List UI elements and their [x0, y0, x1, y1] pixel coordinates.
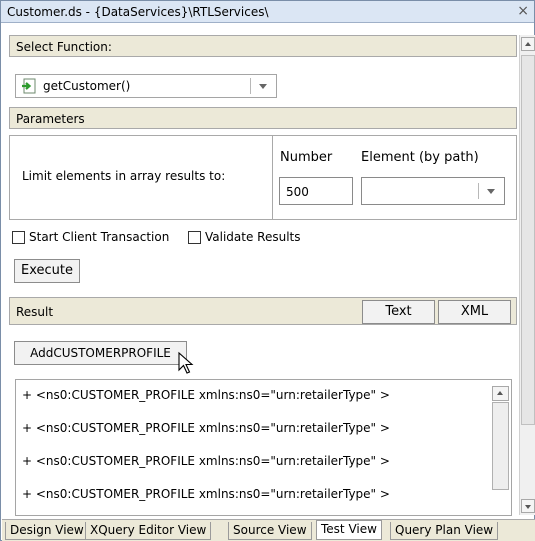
start-client-transaction-label: Start Client Transaction [29, 230, 170, 244]
add-customer-profile-button[interactable]: AddCUSTOMERPROFILE [14, 341, 187, 365]
result-row[interactable]: + <ns0:CUSTOMER_PROFILE xmlns:ns0="urn:r… [22, 421, 390, 435]
tab-design-view[interactable]: Design View [5, 522, 89, 540]
limit-label: Limit elements in array results to: [22, 169, 226, 183]
select-function-header: Select Function: [9, 35, 517, 57]
chevron-down-icon[interactable] [487, 189, 495, 194]
result-row[interactable]: + <ns0:CUSTOMER_PROFILE xmlns:ns0="urn:r… [22, 487, 390, 501]
tab-query-plan-view[interactable]: Query Plan View [390, 522, 499, 540]
parameters-panel: Limit elements in array results to: Numb… [9, 135, 517, 220]
execute-button[interactable]: Execute [14, 259, 80, 283]
parameters-label: Parameters [16, 112, 85, 126]
result-row[interactable]: + <ns0:CUSTOMER_PROFILE xmlns:ns0="urn:r… [22, 454, 390, 468]
function-arrow-icon [22, 78, 36, 94]
number-label: Number [280, 150, 333, 165]
mouse-cursor-icon [178, 351, 194, 374]
scroll-up-icon[interactable] [492, 386, 509, 401]
main-scrollbar[interactable] [519, 35, 535, 515]
checkbox-box[interactable] [188, 231, 201, 244]
result-row[interactable]: + <ns0:CUSTOMER_PROFILE xmlns:ns0="urn:r… [22, 388, 390, 402]
element-path-label: Element (by path) [361, 150, 479, 165]
scroll-up-icon[interactable] [521, 37, 535, 51]
chevron-down-icon[interactable] [259, 84, 267, 89]
function-select[interactable]: getCustomer() [15, 74, 277, 98]
text-view-button[interactable]: Text [362, 300, 435, 324]
result-scroll-thumb[interactable] [492, 402, 509, 490]
select-function-label: Select Function: [16, 40, 112, 54]
start-client-transaction-checkbox[interactable]: Start Client Transaction [12, 230, 182, 246]
close-icon[interactable]: × [517, 3, 529, 19]
view-tabs: Design View XQuery Editor View Source Vi… [2, 519, 535, 541]
xml-view-button[interactable]: XML [438, 300, 511, 324]
window-title: Customer.ds - {DataServices}\RTLServices… [7, 5, 269, 19]
element-path-select[interactable] [361, 177, 505, 205]
validate-results-label: Validate Results [205, 230, 301, 244]
checkbox-box[interactable] [12, 231, 25, 244]
function-select-value: getCustomer() [43, 79, 131, 93]
tab-test-view[interactable]: Test View [316, 520, 382, 540]
number-input-value: 500 [286, 185, 309, 199]
tab-source-view[interactable]: Source View [228, 522, 312, 540]
result-tree[interactable]: + <ns0:CUSTOMER_PROFILE xmlns:ns0="urn:r… [15, 379, 512, 516]
editor-window: Customer.ds - {DataServices}\RTLServices… [0, 0, 535, 541]
scroll-thumb[interactable] [521, 55, 535, 425]
result-scrollbar[interactable] [492, 386, 509, 512]
tab-xquery-editor-view[interactable]: XQuery Editor View [85, 522, 212, 540]
result-label: Result [16, 305, 54, 319]
title-bar: Customer.ds - {DataServices}\RTLServices… [1, 1, 534, 23]
scroll-down-icon[interactable] [521, 499, 535, 513]
validate-results-checkbox[interactable]: Validate Results [188, 230, 318, 246]
divider [272, 136, 273, 219]
number-input[interactable]: 500 [279, 177, 353, 205]
parameters-header: Parameters [9, 107, 517, 129]
